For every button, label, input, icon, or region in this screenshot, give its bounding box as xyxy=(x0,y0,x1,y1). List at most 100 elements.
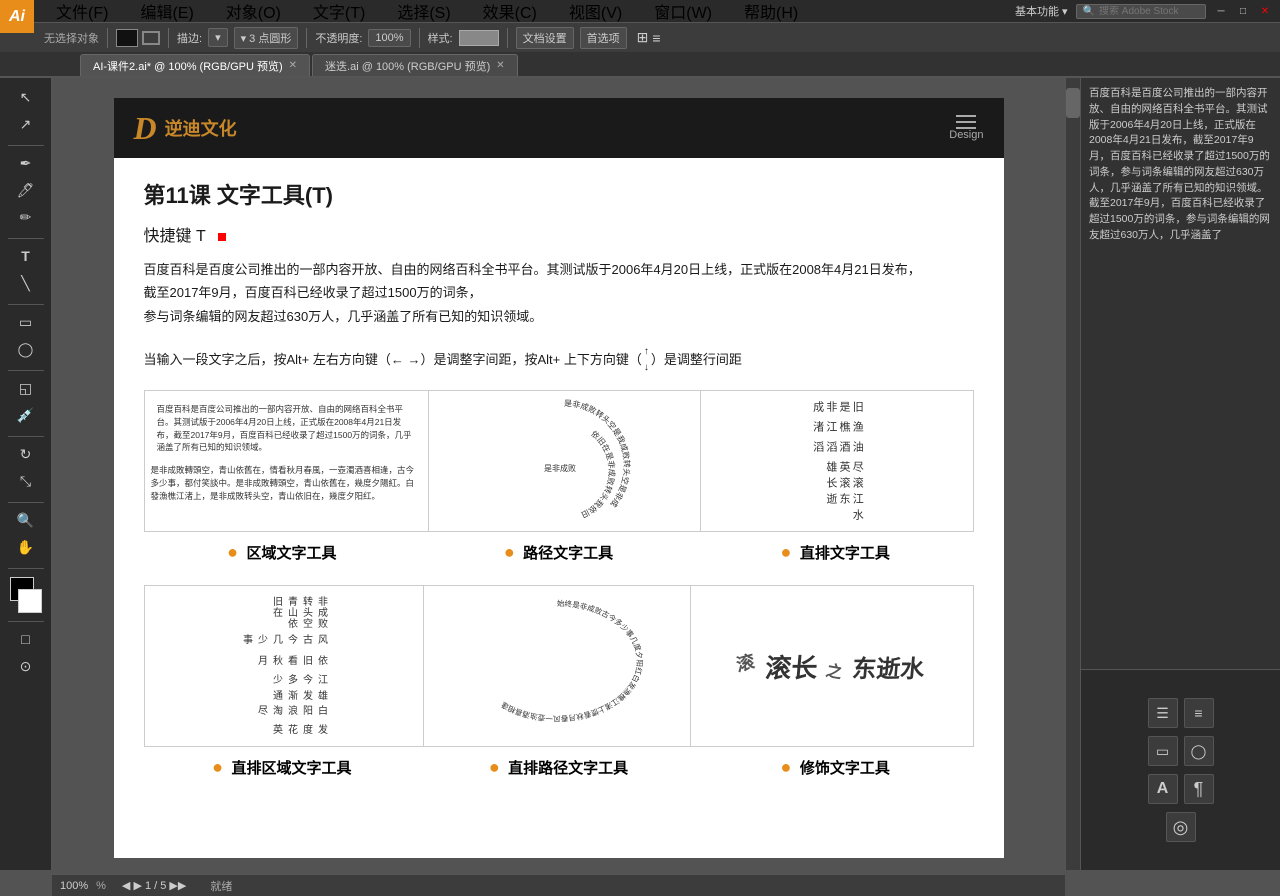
stroke-label: 描边: xyxy=(177,30,202,46)
doc-title: 第11课 文字工具(T) xyxy=(144,178,974,210)
logo-symbol: D xyxy=(134,110,157,147)
close-button[interactable]: ✕ xyxy=(1258,4,1272,18)
rotate-tool[interactable]: ↻ xyxy=(13,441,39,467)
shape-tool-group: ▭ ◯ xyxy=(13,309,39,362)
status-text: 就绪 xyxy=(210,878,232,894)
menu-window[interactable]: 窗口(W) xyxy=(646,0,720,25)
fill-swatch[interactable] xyxy=(116,29,138,47)
menu-text[interactable]: 文字(T) xyxy=(305,0,373,25)
rect-tool[interactable]: ▭ xyxy=(13,309,39,335)
panel-icon-list[interactable]: ≡ xyxy=(1184,698,1214,728)
tab-ai-course-close[interactable]: ✕ xyxy=(289,60,297,71)
zoom-level[interactable]: 100% xyxy=(60,880,88,892)
tab-ai-course[interactable]: AI-课件2.ai* @ 100% (RGB/GPU 预览) ✕ xyxy=(80,54,310,76)
left-toolbar: ↖ ↗ ✒ 🖊 ✏ T ╲ ▭ ◯ ◱ 💉 ↻ ⤡ 🔍 xyxy=(0,78,52,870)
line-tool[interactable]: ╲ xyxy=(13,270,39,296)
decor-text-content: 滚 滚长 之 东逝水 xyxy=(737,648,927,685)
panel-icon-row-4: ◎ xyxy=(1166,812,1196,842)
pen-tool[interactable]: ✒ xyxy=(13,150,39,176)
menu-view[interactable]: 视图(V) xyxy=(561,0,630,25)
menu-help[interactable]: 帮助(H) xyxy=(736,0,806,25)
panel-text-content: 百度百科是百度公司推出的一部内容开放、自由的网络百科全书平台。其测试版于2006… xyxy=(1089,86,1272,246)
doc-settings-button[interactable]: 文档设置 xyxy=(516,27,574,49)
selection-tool[interactable]: ↖ xyxy=(13,84,39,110)
zone-text-content-2: 是非成敗轉頭空，青山依舊在，情看秋月春風，一壺濁酒喜相逢，古今多少事，都付笑談中… xyxy=(151,464,422,502)
bullet-path-v: ● xyxy=(489,757,500,777)
hand-tool[interactable]: ✋ xyxy=(13,534,39,560)
panel-icon-type[interactable]: A xyxy=(1148,774,1178,804)
page-nav[interactable]: ◀ ▶ 1 / 5 ▶▶ xyxy=(122,879,186,892)
color-boxes xyxy=(8,577,44,613)
type-tool[interactable]: T xyxy=(13,243,39,269)
panel-icon-opentype[interactable]: ◎ xyxy=(1166,812,1196,842)
demo-zone-text: 百度百科是百度公司推出的一部内容开放、自由的网络百科全书平台。其测试版于2006… xyxy=(145,391,429,531)
menu-object[interactable]: 对象(O) xyxy=(218,0,289,25)
maximize-button[interactable]: □ xyxy=(1236,4,1250,18)
minimize-button[interactable]: ─ xyxy=(1214,4,1228,18)
zoom-percentage: % xyxy=(96,880,106,892)
demo-path-text: 是非成败转头空是我成败转头空是非成 依旧在是非成败转头我依旧 是非成败 xyxy=(429,391,701,531)
panel-icon-paragraph[interactable]: ¶ xyxy=(1184,774,1214,804)
draw-tool-group: ✒ 🖊 ✏ xyxy=(13,150,39,230)
bullet-zone: ● xyxy=(227,542,238,562)
view-tool-group: 🔍 ✋ xyxy=(13,507,39,560)
ai-logo: Ai xyxy=(0,0,34,33)
paint-tool-group: ◱ 💉 xyxy=(13,375,39,428)
search-input[interactable] xyxy=(1099,6,1199,17)
normal-mode[interactable]: □ xyxy=(13,626,39,652)
search-box[interactable]: 🔍 xyxy=(1076,4,1206,19)
design-label: Design xyxy=(949,129,983,141)
menu-file[interactable]: 文件(F) xyxy=(48,0,116,25)
zoom-tool[interactable]: 🔍 xyxy=(13,507,39,533)
ellipse-tool[interactable]: ◯ xyxy=(13,336,39,362)
vertical-text-content: 旧是非成 渔樵江渚 油酒滔滔 尽英雄 滚滚长 江东逝 水 xyxy=(810,401,863,521)
panel-icon-circle[interactable]: ◯ xyxy=(1184,736,1214,766)
doc-body-text: 百度百科是百度公司推出的一部内容开放、自由的网络百科全书平台。其测试版于2006… xyxy=(144,258,974,328)
mask-mode[interactable]: ⊙ xyxy=(13,653,39,679)
opacity-value[interactable]: 100% xyxy=(368,29,410,47)
hamburger-menu[interactable] xyxy=(956,115,976,129)
tab-midi[interactable]: 迷迭.ai @ 100% (RGB/GPU 预览) ✕ xyxy=(312,54,518,76)
arrangement-controls: ⊞ ≡ xyxy=(637,29,661,46)
demo-vertical-text: 旧是非成 渔樵江渚 油酒滔滔 尽英雄 滚滚长 江东逝 水 xyxy=(701,391,972,531)
stroke-value[interactable]: ▾ xyxy=(208,28,228,47)
menu-edit[interactable]: 编辑(E) xyxy=(132,0,201,25)
gradient-tool[interactable]: ◱ xyxy=(13,375,39,401)
arrange-icon[interactable]: ⊞ xyxy=(637,29,649,46)
doc-content: 第11课 文字工具(T) 快捷键 T 百度百科是百度公司推出的一部内容开放、自由… xyxy=(114,158,1004,824)
menu-effect[interactable]: 效果(C) xyxy=(475,0,545,25)
panel-icon-menu[interactable]: ☰ xyxy=(1148,698,1178,728)
tab-bar: AI-课件2.ai* @ 100% (RGB/GPU 预览) ✕ 迷迭.ai @… xyxy=(0,52,1280,78)
svg-text:是非成败: 是非成败 xyxy=(544,463,576,473)
panel-icon-rect[interactable]: ▭ xyxy=(1148,736,1178,766)
vertical-path-svg: 始终是非成败古今多少事几度夕阳红白发漁樵江渚上惯看秋月春风一壶浊酒喜相逢 xyxy=(457,586,657,746)
background-color[interactable] xyxy=(18,589,42,613)
label-path: ● 路径文字工具 xyxy=(420,536,697,569)
panel-icon-row-3: A ¶ xyxy=(1148,774,1214,804)
stroke-swatch[interactable] xyxy=(142,31,160,45)
menu-select[interactable]: 选择(S) xyxy=(389,0,458,25)
pencil-tool[interactable]: ✏ xyxy=(13,204,39,230)
right-panel: 百度百科是百度公司推出的一部内容开放、自由的网络百科全书平台。其测试版于2006… xyxy=(1080,78,1280,870)
doc-logo: D 逆迪文化 xyxy=(134,110,237,147)
svg-text:依旧在是非成败转头我依旧: 依旧在是非成败转头我依旧 xyxy=(580,429,617,520)
label-path-text: 路径文字工具 xyxy=(523,545,613,562)
direct-selection-tool[interactable]: ↗ xyxy=(13,111,39,137)
preferences-button[interactable]: 首选项 xyxy=(580,27,627,49)
right-panel-tools: ☰ ≡ ▭ ◯ A ¶ ◎ xyxy=(1081,670,1280,870)
right-panel-text-area: 百度百科是百度公司推出的一部内容开放、自由的网络百科全书平台。其测试版于2006… xyxy=(1081,78,1280,670)
bullet-path: ● xyxy=(504,542,515,562)
points-selector[interactable]: ▾ 3 点圆形 xyxy=(234,27,299,49)
tab-midi-close[interactable]: ✕ xyxy=(496,60,504,71)
zone-text-content: 百度百科是百度公司推出的一部内容开放、自由的网络百科全书平台。其测试版于2006… xyxy=(151,397,422,460)
scale-tool[interactable]: ⤡ xyxy=(13,468,39,494)
brush-tool[interactable]: 🖊 xyxy=(13,177,39,203)
transform-tool-group: ↻ ⤡ xyxy=(13,441,39,494)
scrollbar-thumb[interactable] xyxy=(1066,88,1080,118)
label-decor: ● 修饰文字工具 xyxy=(697,751,974,784)
eyedropper-tool[interactable]: 💉 xyxy=(13,402,39,428)
right-scrollbar[interactable] xyxy=(1065,78,1080,870)
arrange-icon-2[interactable]: ≡ xyxy=(652,30,660,46)
doc-shortcut: 快捷键 T xyxy=(144,222,974,246)
style-swatch[interactable] xyxy=(459,30,499,46)
